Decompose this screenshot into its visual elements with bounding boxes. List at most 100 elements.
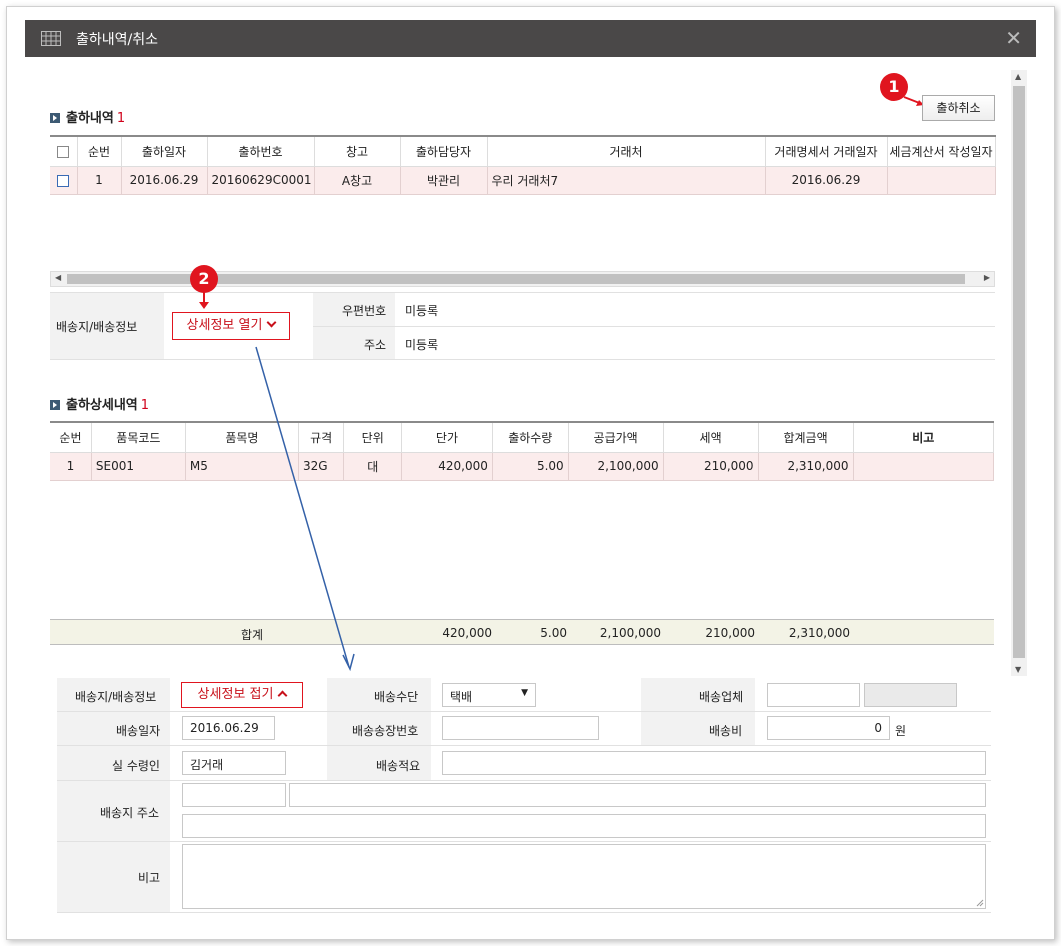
- detail-section-title: 출하상세내역 1: [50, 394, 149, 413]
- section-marker-icon: [50, 113, 60, 123]
- col-header: 세액: [663, 421, 759, 453]
- detail-title: 출하상세내역: [66, 398, 138, 413]
- cell-number: 20160629C0001: [207, 166, 315, 195]
- table-row[interactable]: 1 2016.06.29 20160629C0001 A창고 박관리 우리 거래…: [50, 166, 996, 195]
- window-titlebar: 출하내역/취소 ✕: [25, 20, 1036, 57]
- shipment-section-title: 출하내역 1: [50, 107, 125, 126]
- cancel-shipment-button[interactable]: 출하취소: [922, 95, 995, 121]
- sum-qty: 5.00: [540, 626, 567, 640]
- divider: [57, 780, 991, 781]
- invoice-number-input[interactable]: [442, 716, 599, 740]
- scroll-left-icon[interactable]: ◀: [55, 273, 61, 282]
- col-header: 거래명세서 거래일자: [765, 135, 888, 167]
- col-header: 창고: [314, 135, 401, 167]
- detail-header-row: 순번 품목코드 품목명 규격 단위 단가 출하수량 공급가액 세액 합계금액 비…: [50, 421, 995, 453]
- vertical-scrollbar[interactable]: ▲ ▼: [1011, 70, 1027, 676]
- col-header: 출하번호: [207, 135, 315, 167]
- col-header: 거래처: [487, 135, 766, 167]
- cell-no: 1: [77, 166, 122, 195]
- cell-statement-date: 2016.06.29: [765, 166, 888, 195]
- cell-price: 420,000: [401, 452, 493, 481]
- section-marker-icon: [50, 400, 60, 410]
- cell-warehouse: A창고: [314, 166, 401, 195]
- sum-row: 합계 420,000 5.00 2,100,000 210,000 2,310,…: [50, 619, 994, 645]
- memo-label: 배송적요: [376, 759, 421, 773]
- divider: [313, 326, 995, 327]
- memo-input[interactable]: [442, 751, 986, 775]
- resize-handle-icon[interactable]: [976, 899, 984, 907]
- scroll-down-icon[interactable]: ▼: [1015, 665, 1021, 674]
- method-value: 택배: [450, 690, 473, 704]
- delivery-info-label: 배송지/배송정보: [75, 690, 157, 704]
- cell-note: [853, 452, 995, 481]
- open-detail-button[interactable]: 상세정보 열기: [172, 312, 290, 340]
- sum-total: 2,310,000: [788, 626, 850, 640]
- cell-client: 우리 거래처7: [487, 166, 766, 195]
- cell-code: SE001: [91, 452, 186, 481]
- postal-code-input[interactable]: [182, 783, 286, 807]
- cell-date: 2016.06.29: [121, 166, 208, 195]
- dropdown-arrow-icon: ▼: [521, 688, 528, 698]
- date-input[interactable]: 2016.06.29: [182, 716, 275, 740]
- fee-unit: 원: [895, 724, 907, 738]
- date-label: 배송일자: [116, 724, 161, 738]
- fee-label: 배송비: [709, 724, 743, 738]
- address-line1-input[interactable]: [289, 783, 986, 807]
- row-checkbox[interactable]: [50, 166, 78, 195]
- cell-invoice-date: [887, 166, 996, 195]
- cell-qty: 5.00: [492, 452, 569, 481]
- carrier-label: 배송업체: [699, 690, 744, 704]
- close-icon[interactable]: ✕: [1005, 26, 1022, 50]
- sum-tax: 210,000: [705, 626, 755, 640]
- chevron-up-icon: [278, 690, 288, 701]
- table-row[interactable]: 1 SE001 M5 32G 대 420,000 5.00 2,100,000 …: [50, 452, 995, 481]
- carrier-name-display: [864, 683, 957, 707]
- col-header: 공급가액: [568, 421, 664, 453]
- note-label: 비고: [138, 871, 161, 885]
- chevron-down-icon: [267, 317, 277, 328]
- open-detail-label: 상세정보 열기: [186, 318, 263, 333]
- recipient-input[interactable]: 김거래: [182, 751, 286, 775]
- grid-icon: [41, 31, 61, 46]
- scroll-up-icon[interactable]: ▲: [1015, 72, 1021, 81]
- divider: [57, 841, 991, 842]
- scrollbar-thumb[interactable]: [1013, 86, 1025, 658]
- shipment-title: 출하내역: [66, 111, 114, 126]
- divider: [57, 912, 991, 913]
- postal-label: 우편번호: [342, 304, 387, 318]
- delivery-info-label: 배송지/배송정보: [56, 320, 138, 334]
- select-all-checkbox[interactable]: [50, 135, 78, 167]
- divider: [57, 745, 991, 746]
- col-header: 순번: [77, 135, 122, 167]
- address-value: 미등록: [405, 338, 439, 352]
- address-label: 배송지 주소: [100, 806, 160, 820]
- cell-total: 2,310,000: [758, 452, 854, 481]
- note-textarea[interactable]: [182, 844, 986, 909]
- divider: [57, 711, 991, 712]
- sum-price: 420,000: [442, 626, 492, 640]
- close-detail-button[interactable]: 상세정보 접기: [181, 682, 303, 708]
- callout-arrow-2: [199, 291, 209, 309]
- detail-count: 1: [140, 398, 150, 413]
- method-select[interactable]: 택배 ▼: [442, 683, 536, 707]
- annotation-arrow: [255, 346, 355, 672]
- shipment-header-row: 순번 출하일자 출하번호 창고 출하담당자 거래처 거래명세서 거래일자 세금계…: [50, 135, 996, 167]
- col-header: 세금계산서 작성일자: [887, 135, 996, 167]
- detail-table: 순번 품목코드 품목명 규격 단위 단가 출하수량 공급가액 세액 합계금액 비…: [50, 421, 995, 481]
- fee-input[interactable]: 0: [767, 716, 890, 740]
- col-header: 순번: [50, 421, 92, 453]
- invoice-number-label: 배송송장번호: [352, 724, 419, 738]
- scroll-right-icon[interactable]: ▶: [984, 273, 990, 282]
- address-line2-input[interactable]: [182, 814, 986, 838]
- cell-manager: 박관리: [400, 166, 488, 195]
- col-header: 출하일자: [121, 135, 208, 167]
- col-header: 품목코드: [91, 421, 186, 453]
- col-header: 출하수량: [492, 421, 569, 453]
- col-header: 비고: [853, 421, 995, 453]
- divider: [50, 359, 995, 360]
- recipient-label: 실 수령인: [112, 759, 160, 773]
- carrier-input[interactable]: [767, 683, 860, 707]
- shipment-count: 1: [116, 111, 126, 126]
- postal-value: 미등록: [405, 304, 439, 318]
- sum-supply: 2,100,000: [599, 626, 661, 640]
